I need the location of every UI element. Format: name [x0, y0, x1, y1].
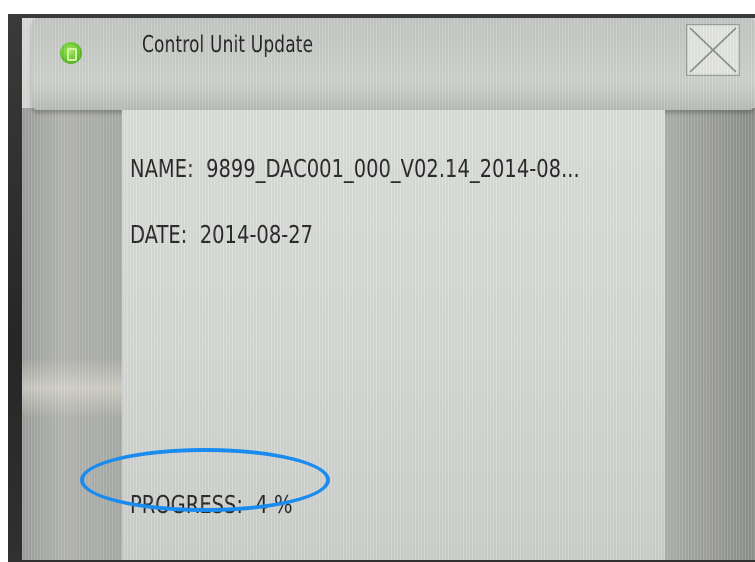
update-details-panel: NAME: 9899_DAC001_000_V02.14_2014-08... … [122, 110, 665, 560]
name-label: NAME: [130, 154, 194, 183]
date-label: DATE: [130, 220, 188, 249]
date-row: DATE: 2014-08-27 [130, 220, 313, 249]
lcd-screen: Control Unit Update NAME: 9899_DAC001_00… [22, 18, 755, 560]
background-right-panel [665, 108, 755, 560]
progress-row: PROGRESS: 4 % [130, 490, 293, 519]
title-bar: Control Unit Update [32, 18, 755, 110]
app-update-icon [60, 42, 82, 64]
window-title: Control Unit Update [142, 32, 314, 58]
name-value: 9899_DAC001_000_V02.14_2014-08... [206, 154, 580, 183]
date-value: 2014-08-27 [199, 220, 314, 249]
progress-value: 4 % [255, 490, 293, 519]
progress-label: PROGRESS: [130, 490, 243, 519]
file-name-row: NAME: 9899_DAC001_000_V02.14_2014-08... [130, 154, 580, 183]
background-left-panel [22, 108, 122, 560]
close-button[interactable] [686, 24, 740, 76]
device-photo: Control Unit Update NAME: 9899_DAC001_00… [0, 0, 755, 562]
close-icon [689, 27, 737, 73]
